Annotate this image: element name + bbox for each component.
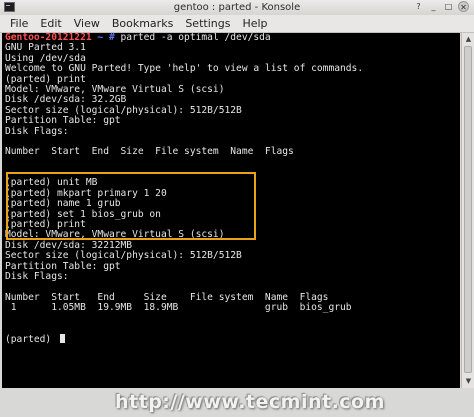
maximize-icon[interactable]: □ [443,1,454,12]
minimize-icon[interactable]: _ [428,1,439,12]
close-icon[interactable]: ✕ [458,1,469,12]
scroll-down-icon[interactable]: ▼ [463,376,474,387]
menu-bar: File Edit View Bookmarks Settings Help [0,15,474,33]
terminal-line: Disk Flags: [5,125,69,137]
vertical-scrollbar[interactable]: ▲ ▼ [461,33,474,388]
window-controls: ? _ □ ✕ [413,1,469,14]
highlight-box [6,172,256,240]
terminal-input-line[interactable]: (parted) [5,334,363,346]
terminal-line: Welcome to GNU Parted! Type 'help' to vi… [5,63,364,75]
window-title: gentoo : parted - Konsole [173,2,301,13]
menu-bookmarks[interactable]: Bookmarks [106,15,179,32]
menu-view[interactable]: View [68,15,106,32]
terminal-icon [4,2,15,12]
scroll-thumb[interactable] [464,46,472,373]
window-titlebar[interactable]: gentoo : parted - Konsole ? _ □ ✕ [0,0,474,15]
terminal-line: Number Start End Size File system Name F… [5,146,294,158]
terminal-line: Disk Flags: [5,270,69,282]
text-cursor [59,334,65,344]
menu-edit[interactable]: Edit [34,15,67,32]
menu-file[interactable]: File [0,15,34,32]
terminal-line: 1 1.05MB 19.9MB 18.9MB grub bios_grub [5,302,352,314]
menu-help[interactable]: Help [236,15,273,32]
help-icon[interactable]: ? [413,1,424,12]
prompt-command: parted -a optimal /dev/sda [114,33,271,43]
current-prompt: (parted) [5,334,57,346]
terminal-area[interactable]: Gentoo-20121221 ~ # parted -a optimal /d… [2,33,460,388]
terminal-line: Partition Table: gpt [5,115,121,127]
menu-settings[interactable]: Settings [179,15,236,32]
watermark: http://www.tecmint.com [115,391,385,413]
prompt-path: ~ # [97,33,115,43]
scroll-up-icon[interactable]: ▲ [463,34,474,45]
